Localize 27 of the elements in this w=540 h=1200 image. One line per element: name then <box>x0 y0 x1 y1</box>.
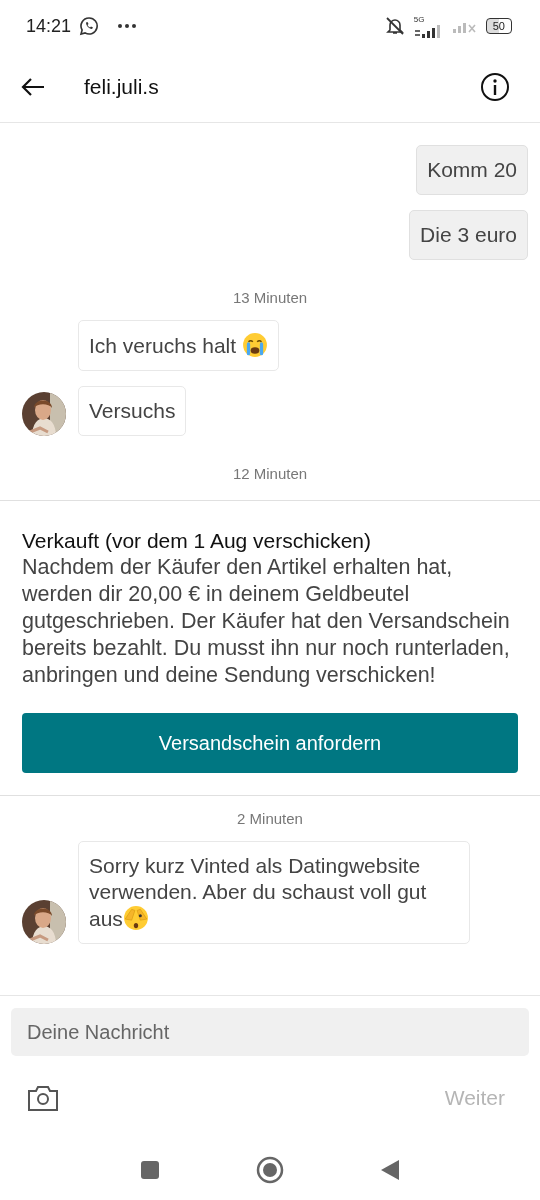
timestamp: 13 Minuten <box>231 289 309 306</box>
network-label: 5G <box>413 14 425 24</box>
more-dots-icon <box>117 23 138 29</box>
back-arrow-icon[interactable] <box>20 77 46 97</box>
chat-title: feli.juli.s <box>84 75 160 99</box>
recents-icon[interactable] <box>140 1160 160 1180</box>
peeking-face-icon <box>122 905 149 931</box>
battery-indicator: 50 <box>485 18 512 34</box>
message-field[interactable]: Deine Nachricht <box>11 1008 529 1056</box>
card-title: Verkauft (vor dem 1 Aug verschicken) <box>22 528 372 554</box>
clock-time: 14:21 <box>26 15 72 37</box>
crying-face-icon <box>241 332 268 358</box>
shipping-label-button[interactable]: Versandschein anfordern <box>22 713 518 773</box>
home-icon[interactable] <box>256 1156 284 1184</box>
camera-icon[interactable] <box>27 1084 59 1112</box>
card-text: Nachdem der Käufer den Artikel erhalten hat, werden dir 20,00 € in deinem Geldbeutel gutgeschrieben. Der Käufer hat den Versandschein bereits bezahlt. Du musst ihn nur noch runterladen, anbringen und deine Sendung verschicken! <box>22 554 511 689</box>
timestamp: 2 Minuten <box>236 810 304 827</box>
message-bubble: Versuchs <box>78 386 187 436</box>
timestamp: 12 Minuten <box>231 465 309 482</box>
muted-bell-icon <box>383 15 406 37</box>
back-icon[interactable] <box>380 1159 400 1181</box>
info-icon[interactable] <box>480 72 510 102</box>
message-bubble: Ich veruchs halt <box>78 320 279 371</box>
message-bubble: Komm 20 <box>416 145 528 195</box>
message-bubble: Die 3 euro <box>409 210 528 260</box>
message-bubble: Sorry kurz Vinted als Datingwebsite verwenden. Aber du schaust voll gut aus <box>78 841 470 944</box>
chat-bubble-icon <box>79 16 100 36</box>
